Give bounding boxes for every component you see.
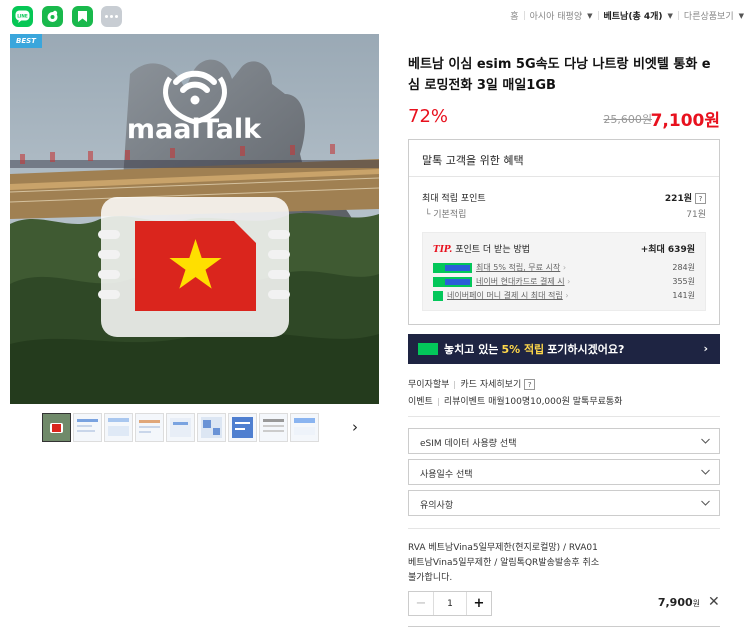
tip-header: TIP. 포인트 더 받는 방법	[433, 242, 530, 255]
selected-option: RVA 베트남Vina5일무제한(현지로컬망) / RVA01 베트남Vina5…	[408, 541, 599, 586]
thumbnail-item[interactable]	[197, 413, 226, 442]
naver-plus-icon	[418, 343, 438, 355]
final-price: 7,100원	[650, 111, 720, 131]
banner-text-pre: 놓치고 있는	[444, 343, 499, 356]
breadcrumb-divider	[523, 11, 525, 20]
naver-plus-badge-icon	[433, 276, 472, 287]
banner-text-post: 포기하시겠어요?	[547, 343, 625, 356]
divider	[408, 416, 720, 417]
breadcrumb-divider	[677, 11, 679, 20]
tip-item[interactable]: 네이버페이 머니 결제 시 최대 적립 › 141원	[433, 290, 695, 302]
tip-item-value: 141원	[672, 291, 695, 300]
close-icon[interactable]: ✕	[708, 594, 720, 610]
original-price: 25,600원	[603, 113, 652, 126]
brand-logo-text: maalTalk	[127, 114, 262, 145]
price-row: 72% 25,600원 7,100원	[408, 106, 720, 132]
max-points-label: 최대 적립 포인트	[422, 194, 486, 204]
tip-max-value: +최대 639원	[640, 245, 695, 255]
event-label: 이벤트	[408, 397, 433, 407]
product-main-image[interactable]: BEST maalTalk	[10, 34, 379, 404]
breadcrumb-home[interactable]: 홈	[510, 9, 518, 22]
membership-banner[interactable]: 놓치고 있는 5% 적립 포기하시겠어요? ›	[408, 334, 720, 364]
thumbnail-item[interactable]	[135, 413, 164, 442]
banner-highlight: 5% 적립	[501, 343, 545, 356]
bookmark-icon[interactable]	[72, 6, 93, 27]
breadcrumb-divider	[597, 11, 599, 20]
select-label: 사용일수 선택	[420, 470, 473, 480]
benefit-title: 말톡 고객을 위한 혜택	[409, 140, 719, 177]
card-detail-link[interactable]: 카드 자세히보기	[460, 380, 521, 390]
tip-item-value: 284원	[672, 263, 695, 272]
thumbnail-item[interactable]	[228, 413, 257, 442]
help-icon[interactable]: ?	[695, 193, 706, 204]
basic-points-label: 기본적립	[433, 210, 467, 220]
thumbnail-item[interactable]	[73, 413, 102, 442]
thumbnail-item[interactable]	[259, 413, 288, 442]
increase-button[interactable]: +	[466, 592, 491, 615]
other-products-link[interactable]: 다른상품보기	[684, 9, 734, 22]
quantity-stepper: − 1 +	[408, 591, 492, 616]
product-title: 베트남 이심 esim 5G속도 다낭 나트랑 비엣텔 통화 e심 로밍전화 3…	[408, 57, 711, 93]
usage-days-select[interactable]: 사용일수 선택	[408, 459, 720, 485]
tip-box: TIP. 포인트 더 받는 방법 +최대 639원 최대 5% 적립, 무료 시…	[422, 232, 706, 311]
installment-label: 무이자할부	[408, 380, 450, 390]
decrease-button[interactable]: −	[409, 592, 434, 615]
chevron-right-icon: ›	[703, 342, 708, 355]
max-points-value: 221원	[664, 194, 692, 204]
product-photo: maalTalk	[10, 34, 379, 404]
divider	[408, 528, 720, 529]
discount-rate: 72%	[408, 106, 449, 127]
basic-points-value: 71원	[686, 210, 706, 220]
tip-item-value: 355원	[672, 277, 695, 286]
tip-item-text[interactable]: 네이버 현대카드로 결제 시	[476, 277, 565, 286]
select-label: 유의사항	[420, 501, 454, 511]
option-line: 베트남Vina5일무제한 / 알림톡QR발송발송후 취소	[408, 558, 600, 568]
tip-item[interactable]: 최대 5% 적립, 무료 시작 › 284원	[433, 262, 695, 274]
option-price: 7,900원	[657, 596, 700, 609]
data-usage-select[interactable]: eSIM 데이터 사용량 선택	[408, 428, 720, 454]
naver-plus-badge-icon	[433, 262, 472, 273]
thumbnail-item[interactable]	[104, 413, 133, 442]
thumbnail-item[interactable]	[166, 413, 195, 442]
product-info: 베트남 이심 esim 5G속도 다낭 나트랑 비엣텔 통화 e심 로밍전화 3…	[408, 54, 720, 131]
benefit-box: 말톡 고객을 위한 혜택 최대 적립 포인트 221원? └ 기본적립 71원 …	[408, 139, 720, 325]
tip-label: TIP.	[433, 245, 453, 255]
tip-text: 포인트 더 받는 방법	[455, 245, 531, 255]
chevron-right-icon[interactable]: ›	[352, 418, 358, 436]
more-icon[interactable]	[101, 6, 122, 27]
chevron-down-icon[interactable]: ▼	[587, 12, 592, 20]
breadcrumb: 홈 아시아 태평양 ▼ 베트남(총 4개) ▼ 다른상품보기 ▼	[510, 9, 744, 22]
breadcrumb-region[interactable]: 아시아 태평양	[530, 9, 583, 22]
installment-row: 무이자할부 카드 자세히보기?	[408, 377, 536, 390]
tip-item-text[interactable]: 네이버페이 머니 결제 시 최대 적립	[447, 291, 563, 300]
event-row: 이벤트 리뷰이벤트 매월100명10,000원 말톡무료통화	[408, 394, 622, 407]
line-share-icon[interactable]: LINE	[12, 6, 33, 27]
thumbnail-strip	[42, 413, 319, 442]
select-label: eSIM 데이터 사용량 선택	[420, 439, 517, 449]
band-share-icon[interactable]	[42, 6, 63, 27]
tip-item-text[interactable]: 최대 5% 적립, 무료 시작	[476, 263, 560, 272]
option-line: RVA 베트남Vina5일무제한(현지로컬망) / RVA01	[408, 543, 598, 553]
tip-item[interactable]: 네이버 현대카드로 결제 시 › 355원	[433, 276, 695, 288]
thumbnail-item[interactable]	[42, 413, 71, 442]
chevron-down-icon[interactable]: ▼	[739, 12, 744, 20]
option-line: 불가합니다.	[408, 573, 453, 583]
svg-text:LINE: LINE	[17, 14, 28, 19]
breadcrumb-country[interactable]: 베트남(총 4개)	[604, 9, 663, 22]
chevron-down-icon	[701, 469, 710, 475]
event-text: 리뷰이벤트 매월100명10,000원 말톡무료통화	[443, 397, 623, 407]
chevron-down-icon[interactable]: ▼	[668, 12, 673, 20]
quantity-value[interactable]: 1	[434, 592, 466, 615]
chevron-down-icon	[701, 500, 710, 506]
top-bar: LINE 홈 아시아 태평양 ▼ 베트남(총 4개) ▼ 다른상품보기 ▼	[0, 0, 750, 32]
best-badge: BEST	[10, 34, 42, 48]
thumbnail-item[interactable]	[290, 413, 319, 442]
notice-select[interactable]: 유의사항	[408, 490, 720, 516]
naver-pay-badge-icon	[433, 290, 443, 301]
help-icon[interactable]: ?	[524, 379, 536, 390]
chevron-down-icon	[701, 438, 710, 444]
